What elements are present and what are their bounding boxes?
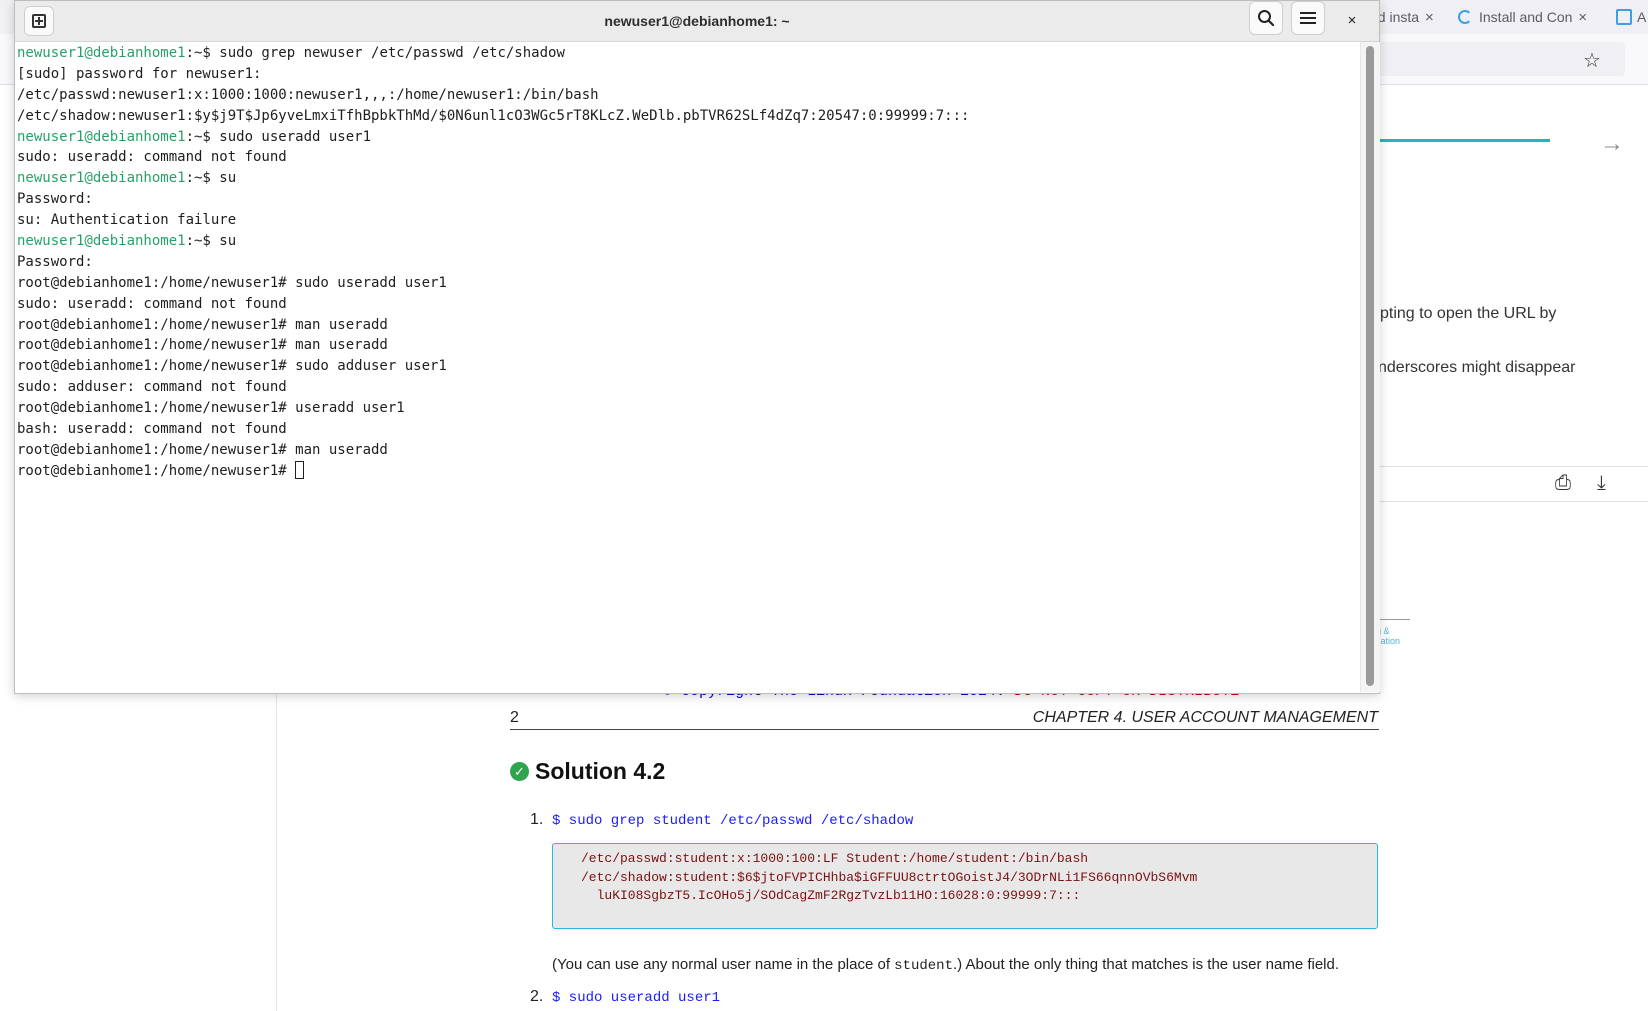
terminal-titlebar[interactable]: newuser1@debianhome1: ~ ×: [15, 1, 1379, 42]
print-icon[interactable]: ⎙: [1555, 472, 1571, 495]
course-viewer-card: [1370, 115, 1648, 465]
instruction-text-fragment: pting to open the URL by: [1380, 305, 1557, 322]
terminal-line: sudo: adduser: command not found: [17, 377, 1360, 398]
explain-after: .) About the only thing that matches is …: [952, 956, 1340, 973]
tab-label: A: [1637, 9, 1647, 25]
output-text: sudo: useradd: command not found: [17, 295, 287, 312]
output-text: sudo: useradd: command not found: [17, 149, 287, 166]
browser-tab-install-and-configure[interactable]: Install and Con ×: [1458, 0, 1598, 34]
output-text: /etc/shadow:newuser1:$y$j9T$Jp6yveLmxiTf…: [17, 107, 970, 124]
command-text: :~$ sudo useradd user1: [185, 128, 372, 145]
header-divider: [510, 729, 1379, 730]
output-text: bash: useradd: command not found: [17, 421, 287, 438]
terminal-line: newuser1@debianhome1:~$ sudo useradd use…: [17, 127, 1360, 148]
tab-close-icon[interactable]: ×: [1578, 9, 1587, 26]
check-circle-icon: ✓: [510, 762, 529, 781]
terminal-line: /etc/shadow:newuser1:$y$j9T$Jp6yveLmxiTf…: [17, 106, 1360, 127]
terminal-line: newuser1@debianhome1:~$ su: [17, 231, 1360, 252]
new-tab-button[interactable]: [24, 6, 54, 36]
prompt-user-host: newuser1@debianhome1: [17, 170, 186, 187]
terminal-window[interactable]: newuser1@debianhome1: ~ × newuser1@debia…: [14, 0, 1380, 694]
chapter-title: CHAPTER 4. USER ACCOUNT MANAGEMENT: [1032, 709, 1378, 726]
step-number: 1.: [530, 811, 544, 828]
command-text: :~$ sudo grep newuser /etc/passwd /etc/s…: [185, 45, 565, 61]
scrollbar-thumb[interactable]: [1366, 46, 1374, 686]
terminal-line: sudo: useradd: command not found: [17, 147, 1360, 168]
terminal-line: su: Authentication failure: [17, 210, 1360, 231]
terminal-line: root@debianhome1:/home/newuser1# man use…: [17, 335, 1360, 356]
terminal-line: [sudo] password for newuser1:: [17, 64, 1360, 85]
explain-before: (You can use any normal user name in the…: [552, 956, 895, 973]
output-text: root@debianhome1:/home/newuser1# sudo us…: [17, 274, 447, 291]
terminal-line: sudo: useradd: command not found: [17, 294, 1360, 315]
code-line: /etc/shadow:student:$6$jtoFVPICHhba$iGFF…: [581, 869, 1198, 885]
terminal-line: root@debianhome1:/home/newuser1# sudo ad…: [17, 356, 1360, 377]
download-icon[interactable]: ⤓: [1597, 472, 1606, 495]
close-icon: ×: [1347, 11, 1357, 29]
output-text: root@debianhome1:/home/newuser1#: [17, 462, 296, 479]
output-text: sudo: adduser: command not found: [17, 379, 287, 396]
terminal-output[interactable]: newuser1@debianhome1:~$ sudo grep newuse…: [15, 42, 1360, 692]
bookmark-star-icon[interactable]: ☆: [1583, 48, 1601, 73]
output-text: su: Authentication failure: [17, 212, 237, 229]
pdf-toolbar: [1370, 466, 1648, 502]
page-number: 2: [510, 709, 519, 726]
terminal-line: root@debianhome1:/home/newuser1#: [17, 460, 1360, 482]
prompt-user-host: newuser1@debianhome1: [17, 128, 186, 145]
close-button[interactable]: ×: [1339, 7, 1365, 33]
arrow-right-icon[interactable]: →: [1600, 130, 1624, 158]
output-text: [sudo] password for newuser1:: [17, 65, 262, 82]
prompt-user-host: newuser1@debianhome1: [17, 233, 186, 250]
tab-favicon-icon: [1616, 9, 1632, 25]
text-cursor: [295, 460, 305, 479]
terminal-line: bash: useradd: command not found: [17, 419, 1360, 440]
terminal-line: /etc/passwd:newuser1:x:1000:1000:newuser…: [17, 85, 1360, 106]
output-text: root@debianhome1:/home/newuser1# useradd…: [17, 400, 405, 417]
search-icon: [1258, 10, 1275, 27]
code-output-box: /etc/passwd:student:x:1000:100:LF Studen…: [552, 843, 1378, 929]
solution-heading: ✓ Solution 4.2: [510, 758, 665, 785]
hamburger-icon: [1300, 12, 1316, 24]
output-text: root@debianhome1:/home/newuser1# man use…: [17, 337, 388, 354]
hamburger-menu-button[interactable]: [1291, 1, 1325, 35]
new-tab-icon: [32, 14, 46, 28]
output-text: root@debianhome1:/home/newuser1# man use…: [17, 441, 388, 458]
terminal-line: root@debianhome1:/home/newuser1# useradd…: [17, 398, 1360, 419]
terminal-line: Password:: [17, 189, 1360, 210]
code-line: luKI08SgbzT5.IcOHo5j/SOdCagZmF2RgzTvzLb1…: [581, 888, 1081, 903]
output-text: Password:: [17, 191, 93, 208]
output-text: Password:: [17, 253, 93, 270]
terminal-line: newuser1@debianhome1:~$ su: [17, 168, 1360, 189]
command-text: :~$ su: [185, 233, 237, 250]
terminal-title: newuser1@debianhome1: ~: [604, 13, 790, 29]
tab-label: Install and Con: [1479, 9, 1573, 25]
output-text: root@debianhome1:/home/newuser1# sudo ad…: [17, 358, 447, 375]
explain-code: student: [894, 958, 953, 974]
terminal-line: root@debianhome1:/home/newuser1# man use…: [17, 440, 1360, 461]
terminal-line: Password:: [17, 252, 1360, 273]
output-text: root@debianhome1:/home/newuser1# man use…: [17, 316, 388, 333]
step-number: 2.: [530, 988, 544, 1005]
code-line: /etc/passwd:student:x:1000:100:LF Studen…: [581, 851, 1089, 866]
step-command: $ sudo useradd user1: [552, 990, 721, 1006]
progress-bar: [1370, 139, 1550, 142]
terminal-line: root@debianhome1:/home/newuser1# man use…: [17, 315, 1360, 336]
browser-tab-third[interactable]: A: [1616, 0, 1648, 34]
instruction-text-fragment: nderscores might disappear: [1378, 359, 1576, 376]
browser-tab-install[interactable]: nd insta ×: [1370, 0, 1446, 34]
prompt-user-host: newuser1@debianhome1: [17, 45, 186, 61]
terminal-line: newuser1@debianhome1:~$ sudo grep newuse…: [17, 43, 1360, 64]
tab-close-icon[interactable]: ×: [1425, 9, 1434, 26]
step-command: $ sudo grep student /etc/passwd /etc/sha…: [552, 813, 914, 829]
loading-spinner-icon: [1458, 10, 1472, 24]
explanation-paragraph: (You can use any normal user name in the…: [552, 956, 1339, 974]
solution-title: Solution 4.2: [535, 758, 666, 784]
search-button[interactable]: [1249, 1, 1283, 35]
output-text: /etc/passwd:newuser1:x:1000:1000:newuser…: [17, 86, 599, 103]
command-text: :~$ su: [185, 170, 237, 187]
terminal-line: root@debianhome1:/home/newuser1# sudo us…: [17, 273, 1360, 294]
terminal-scrollbar[interactable]: [1360, 42, 1380, 692]
